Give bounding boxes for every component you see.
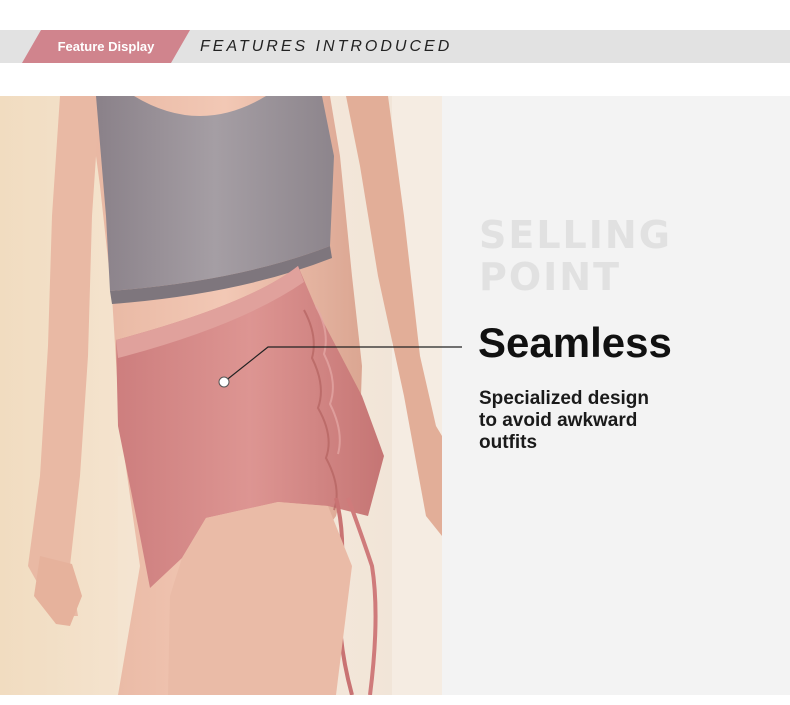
description-line-2: to avoid awkward — [479, 410, 638, 431]
selling-point-watermark: SELLING POINT — [479, 214, 672, 298]
header-tab: Feature Display — [22, 30, 190, 63]
feature-headline: Seamless — [478, 319, 672, 366]
product-photo — [0, 96, 442, 695]
description-line-3: outfits — [479, 432, 538, 453]
product-photo-illustration — [0, 96, 442, 695]
header-title: FEATURES INTRODUCED — [200, 38, 453, 55]
header-tab-label: Feature Display — [57, 39, 155, 54]
watermark-line-2: POINT — [479, 255, 622, 299]
description-line-1: Specialized design — [479, 388, 649, 409]
feature-description: Specialized design to avoid awkward outf… — [479, 388, 669, 454]
watermark-line-1: SELLING — [479, 213, 672, 257]
